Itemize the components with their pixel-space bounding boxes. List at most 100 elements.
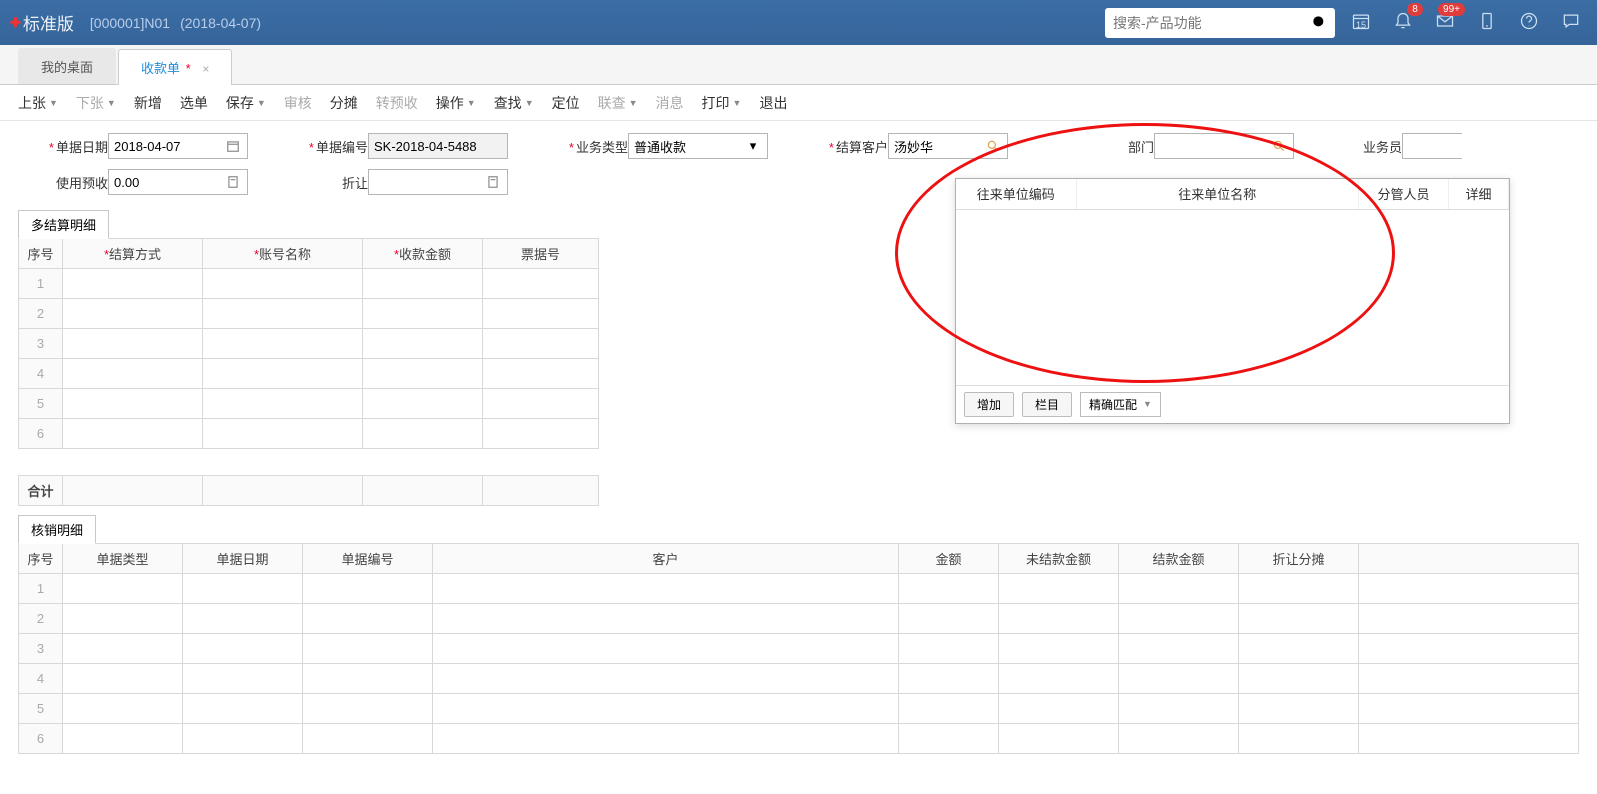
customer-input[interactable]	[888, 133, 1008, 159]
lookup-footer: 增加 栏目 精确匹配▼	[956, 385, 1509, 423]
table-row[interactable]: 2	[19, 299, 599, 329]
allocate-button[interactable]: 分摊	[330, 93, 358, 113]
writeoff-grid-section: 核销明细 序号 单据类型 单据日期 单据编号 客户 金额 未结款金额 结款金额 …	[18, 514, 1579, 754]
calendar-day: 15	[1351, 20, 1371, 30]
col-acct: *账号名称	[203, 239, 363, 269]
operate-button[interactable]: 操作▼	[436, 93, 476, 113]
table-row[interactable]: 1	[19, 269, 599, 299]
mail-icon[interactable]: 99+	[1435, 11, 1455, 34]
find-button[interactable]: 查找▼	[494, 93, 534, 113]
global-search[interactable]	[1105, 8, 1335, 38]
col-customer: 客户	[433, 544, 899, 574]
bill-no-label: 单据编号	[316, 140, 368, 155]
bill-date-label: 单据日期	[56, 140, 108, 155]
app-header: ✚ 标准版 [000001]N01 (2018-04-07) 15 8 99+	[0, 0, 1597, 45]
col-method: *结算方式	[63, 239, 203, 269]
col-detail[interactable]: 详细	[1449, 179, 1509, 209]
tab-close-button[interactable]: ×	[202, 62, 209, 76]
table-row[interactable]: 3	[19, 329, 599, 359]
exit-button[interactable]: 退出	[759, 93, 787, 113]
toolbar: 上张▼ 下张▼ 新增 选单 保存▼ 审核 分摊 转预收 操作▼ 查找▼ 定位 联…	[0, 85, 1597, 121]
table-row[interactable]: 1	[19, 574, 1579, 604]
lookup-grid: 往来单位编码 往来单位名称 分管人员 详细	[956, 179, 1509, 210]
bell-badge: 8	[1407, 3, 1423, 16]
mobile-icon[interactable]	[1477, 11, 1497, 34]
audit-button[interactable]: 审核	[284, 93, 312, 113]
settlement-sum: 合计	[18, 475, 599, 506]
col-partner-code[interactable]: 往来单位编码	[956, 179, 1076, 209]
col-seq: 序号	[19, 544, 63, 574]
grid-header: 序号 单据类型 单据日期 单据编号 客户 金额 未结款金额 结款金额 折让分摊	[19, 544, 1579, 574]
logo-icon: ✚	[10, 15, 21, 31]
chevron-down-icon[interactable]: ▾	[744, 137, 762, 155]
calculator-icon[interactable]	[484, 173, 502, 191]
save-button[interactable]: 保存▼	[226, 93, 266, 113]
dept-label: 部门	[1128, 140, 1154, 155]
tab-desktop[interactable]: 我的桌面	[18, 48, 116, 84]
col-seq: 序号	[19, 239, 63, 269]
help-icon[interactable]	[1519, 11, 1539, 34]
calculator-icon[interactable]	[224, 173, 242, 191]
locate-button[interactable]: 定位	[552, 93, 580, 113]
add-button[interactable]: 增加	[964, 392, 1014, 417]
salesman-input[interactable]	[1402, 133, 1462, 159]
message-button[interactable]: 消息	[656, 93, 684, 113]
col-amount: 金额	[899, 544, 999, 574]
col-manager[interactable]: 分管人员	[1359, 179, 1449, 209]
settlement-tab[interactable]: 多结算明细	[18, 210, 109, 239]
new-button[interactable]: 新增	[134, 93, 162, 113]
use-prepay-label: 使用预收	[56, 176, 108, 191]
table-row[interactable]: 3	[19, 634, 1579, 664]
search-input[interactable]	[1105, 15, 1305, 31]
chat-icon[interactable]	[1561, 11, 1581, 34]
bill-no-input[interactable]	[368, 133, 508, 159]
columns-button[interactable]: 栏目	[1022, 392, 1072, 417]
mail-badge: 99+	[1438, 3, 1465, 16]
bell-icon[interactable]: 8	[1393, 11, 1413, 34]
writeoff-tab[interactable]: 核销明细	[18, 515, 96, 544]
biz-type-select[interactable]: ▾	[628, 133, 768, 159]
table-row[interactable]: 5	[19, 389, 599, 419]
bill-date-input[interactable]	[108, 133, 248, 159]
lookup-body	[956, 210, 1509, 385]
discount-label: 折让	[342, 176, 368, 191]
calendar-icon[interactable]: 15	[1351, 11, 1371, 34]
match-mode-select[interactable]: 精确匹配▼	[1080, 392, 1161, 417]
account-label: [000001]N01	[90, 15, 170, 31]
search-icon[interactable]	[1305, 13, 1335, 33]
customer-label: 结算客户	[836, 140, 888, 155]
customer-lookup-popup: 往来单位编码 往来单位名称 分管人员 详细 增加 栏目 精确匹配▼	[955, 178, 1510, 424]
col-billdate: 单据日期	[183, 544, 303, 574]
col-partner-name[interactable]: 往来单位名称	[1076, 179, 1359, 209]
use-prepay-input[interactable]	[108, 169, 248, 195]
prev-button[interactable]: 上张▼	[18, 93, 58, 113]
linked-button[interactable]: 联查▼	[598, 93, 638, 113]
discount-input[interactable]	[368, 169, 508, 195]
biz-type-label: 业务类型	[576, 140, 628, 155]
table-row[interactable]: 6	[19, 419, 599, 449]
print-button[interactable]: 打印▼	[702, 93, 742, 113]
lookup-icon[interactable]	[984, 137, 1002, 155]
col-settled: 结款金额	[1119, 544, 1239, 574]
tab-receipt[interactable]: 收款单 * ×	[118, 49, 232, 85]
calendar-picker-icon[interactable]	[224, 137, 242, 155]
lookup-icon[interactable]	[1270, 137, 1288, 155]
table-row[interactable]: 4	[19, 664, 1579, 694]
tab-desktop-label: 我的桌面	[41, 60, 93, 75]
table-row[interactable]: 6	[19, 724, 1579, 754]
select-button[interactable]: 选单	[180, 93, 208, 113]
next-button[interactable]: 下张▼	[76, 93, 116, 113]
header-actions: 15 8 99+	[1351, 11, 1581, 34]
col-unsettled: 未结款金额	[999, 544, 1119, 574]
table-row[interactable]: 2	[19, 604, 1579, 634]
col-blank	[1359, 544, 1579, 574]
sum-label: 合计	[19, 476, 63, 506]
tab-receipt-label: 收款单	[141, 61, 180, 76]
dept-input[interactable]	[1154, 133, 1294, 159]
table-row[interactable]: 4	[19, 359, 599, 389]
to-prepay-button[interactable]: 转预收	[376, 93, 418, 113]
table-row[interactable]: 5	[19, 694, 1579, 724]
grid-header: 序号 *结算方式 *账号名称 *收款金额 票据号	[19, 239, 599, 269]
writeoff-grid: 序号 单据类型 单据日期 单据编号 客户 金额 未结款金额 结款金额 折让分摊 …	[18, 543, 1579, 754]
col-disc: 折让分摊	[1239, 544, 1359, 574]
